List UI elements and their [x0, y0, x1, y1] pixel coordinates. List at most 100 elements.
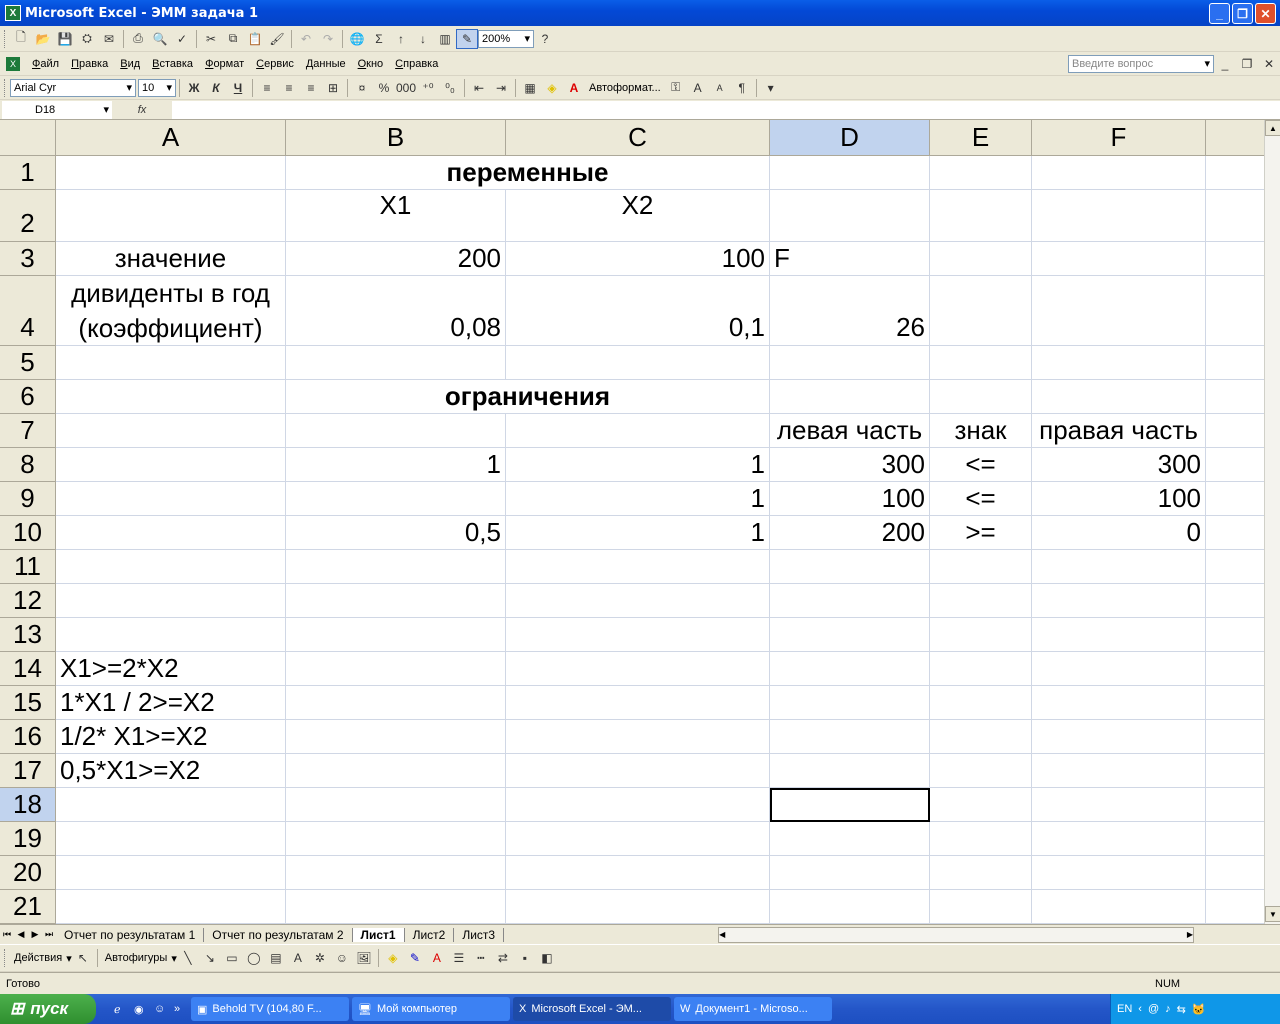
cell-g3[interactable] — [1206, 242, 1264, 276]
cell-e9[interactable]: <= — [930, 482, 1032, 516]
cell-a17[interactable]: 0,5*X1>=X2 — [56, 754, 286, 788]
tray-app-icon[interactable]: @ — [1148, 1003, 1159, 1015]
menu-view[interactable]: Вид — [114, 58, 146, 70]
row-header-2[interactable]: 2 — [0, 190, 56, 242]
cell-e7[interactable]: знак — [930, 414, 1032, 448]
cell-g17[interactable] — [1206, 754, 1264, 788]
cell-a6[interactable] — [56, 380, 286, 414]
cell-d14[interactable] — [770, 652, 930, 686]
cell-g4[interactable] — [1206, 276, 1264, 346]
cell-e2[interactable] — [930, 190, 1032, 242]
cell-d1[interactable] — [770, 156, 930, 190]
menu-format[interactable]: Формат — [199, 58, 250, 70]
cell-g20[interactable] — [1206, 856, 1264, 890]
cell-c19[interactable] — [506, 822, 770, 856]
cell-c3[interactable]: 100 — [506, 242, 770, 276]
row-header-11[interactable]: 11 — [0, 550, 56, 584]
protect-icon[interactable]: ⚿ — [665, 78, 687, 98]
cell-g13[interactable] — [1206, 618, 1264, 652]
doc-close-icon[interactable]: ✕ — [1258, 54, 1280, 74]
row-header-15[interactable]: 15 — [0, 686, 56, 720]
column-header-c[interactable]: C — [506, 120, 770, 156]
cell-a10[interactable] — [56, 516, 286, 550]
scroll-down-icon[interactable]: ▼ — [1265, 906, 1280, 922]
tray-expand-icon[interactable]: ‹ — [1138, 1003, 1142, 1015]
cell-d17[interactable] — [770, 754, 930, 788]
row-header-9[interactable]: 9 — [0, 482, 56, 516]
tray-volume-icon[interactable]: ♪ — [1165, 1003, 1171, 1015]
cell-e5[interactable] — [930, 346, 1032, 380]
undo-icon[interactable]: ↶ — [295, 29, 317, 49]
prev-sheet-icon[interactable]: ◀ — [14, 929, 28, 940]
help-search-input[interactable]: Введите вопрос ▾ — [1068, 54, 1214, 73]
cell-b5[interactable] — [286, 346, 506, 380]
cell-f8[interactable]: 300 — [1032, 448, 1206, 482]
increase-indent-icon[interactable]: ⇥ — [490, 78, 512, 98]
fill-color-icon[interactable]: ◈ — [541, 78, 563, 98]
tray-cat-icon[interactable]: 🐱 — [1192, 1003, 1206, 1016]
cell-f12[interactable] — [1032, 584, 1206, 618]
ie-icon[interactable]: ℯ — [114, 1003, 134, 1016]
cell-e4[interactable] — [930, 276, 1032, 346]
row-header-8[interactable]: 8 — [0, 448, 56, 482]
oval-icon[interactable]: ◯ — [243, 948, 265, 968]
cell-a3[interactable]: значение — [56, 242, 286, 276]
cell-c13[interactable] — [506, 618, 770, 652]
cell-a8[interactable] — [56, 448, 286, 482]
cell-g21[interactable] — [1206, 890, 1264, 924]
name-box[interactable]: D18 ▾ — [2, 100, 112, 119]
cell-f13[interactable] — [1032, 618, 1206, 652]
column-header-d[interactable]: D — [770, 120, 930, 156]
underline-button[interactable]: Ч — [227, 78, 249, 98]
cell-b3[interactable]: 200 — [286, 242, 506, 276]
cell-g15[interactable] — [1206, 686, 1264, 720]
print-preview-icon[interactable]: 🔍 — [149, 29, 171, 49]
cell-f21[interactable] — [1032, 890, 1206, 924]
cell-d12[interactable] — [770, 584, 930, 618]
cell-b12[interactable] — [286, 584, 506, 618]
toolbar-options-icon[interactable]: ▾ — [760, 78, 782, 98]
3d-icon[interactable]: ◧ — [536, 948, 558, 968]
cell-a15[interactable]: 1*X1 / 2>=X2 — [56, 686, 286, 720]
select-objects-icon[interactable]: ↖ — [72, 948, 94, 968]
next-sheet-icon[interactable]: ▶ — [28, 929, 42, 940]
arrow-style-icon[interactable]: ⇄ — [492, 948, 514, 968]
decrease-indent-icon[interactable]: ⇤ — [468, 78, 490, 98]
help-icon[interactable]: ? — [534, 29, 556, 49]
print-icon[interactable]: ⎙ — [127, 29, 149, 49]
align-center-icon[interactable]: ≡ — [278, 78, 300, 98]
cell-d11[interactable] — [770, 550, 930, 584]
rectangle-icon[interactable]: ▭ — [221, 948, 243, 968]
sheet-tab-active[interactable]: Лист1 — [352, 927, 405, 942]
permission-icon[interactable]: ⛭ — [76, 29, 98, 49]
sheet-tab[interactable]: Отчет по результатам 2 — [204, 927, 353, 942]
cell-c12[interactable] — [506, 584, 770, 618]
font-combo[interactable]: Arial Cyr ▾ — [10, 78, 136, 97]
restore-button[interactable]: ❐ — [1232, 3, 1253, 24]
cell-c21[interactable] — [506, 890, 770, 924]
cell-a2[interactable] — [56, 190, 286, 242]
cell-d2[interactable] — [770, 190, 930, 242]
cell-d6[interactable] — [770, 380, 930, 414]
cell-f11[interactable] — [1032, 550, 1206, 584]
fx-icon[interactable]: fx — [112, 104, 172, 116]
cell-e19[interactable] — [930, 822, 1032, 856]
cell-a13[interactable] — [56, 618, 286, 652]
cell-e21[interactable] — [930, 890, 1032, 924]
cell-d4[interactable]: 26 — [770, 276, 930, 346]
cell-g19[interactable] — [1206, 822, 1264, 856]
cell-g2[interactable] — [1206, 190, 1264, 242]
row-header-17[interactable]: 17 — [0, 754, 56, 788]
cell-a5[interactable] — [56, 346, 286, 380]
dash-style-icon[interactable]: ┅ — [470, 948, 492, 968]
cell-b11[interactable] — [286, 550, 506, 584]
spelling-icon[interactable]: ✓ — [171, 29, 193, 49]
language-indicator[interactable]: EN — [1117, 1003, 1132, 1015]
cell-a11[interactable] — [56, 550, 286, 584]
first-sheet-icon[interactable]: ⏮ — [0, 929, 14, 940]
wordart-icon[interactable]: A — [287, 948, 309, 968]
cell-b19[interactable] — [286, 822, 506, 856]
cell-b13[interactable] — [286, 618, 506, 652]
cell-c7[interactable] — [506, 414, 770, 448]
cell-a12[interactable] — [56, 584, 286, 618]
